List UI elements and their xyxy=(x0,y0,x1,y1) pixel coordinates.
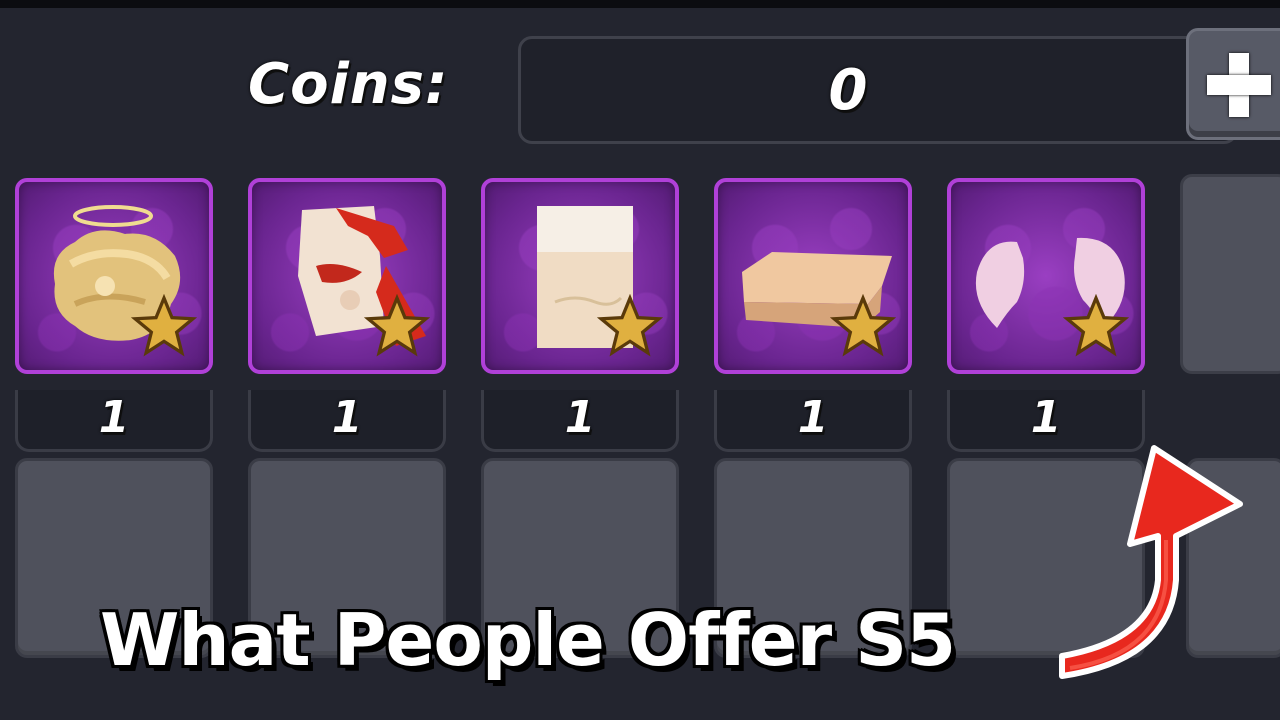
star-icon xyxy=(1063,294,1129,357)
red-arrow-icon xyxy=(1059,445,1243,679)
inventory-slot-1[interactable] xyxy=(15,178,213,374)
star-icon xyxy=(364,294,430,357)
star-icon xyxy=(830,294,896,357)
item-count: 1 xyxy=(564,392,596,443)
item-count: 1 xyxy=(1030,392,1062,443)
item-count: 1 xyxy=(797,392,829,443)
top-edge xyxy=(0,0,1280,8)
coins-label: Coins: xyxy=(248,52,449,117)
inventory-slot-3[interactable] xyxy=(481,178,679,374)
add-coins-button[interactable] xyxy=(1186,28,1280,140)
coins-value: 0 xyxy=(828,58,868,123)
inventory-slot-6[interactable] xyxy=(1180,174,1280,374)
inventory-slot-2[interactable] xyxy=(248,178,446,374)
inventory-slot-5[interactable] xyxy=(947,178,1145,374)
video-caption: What People Offer S5 xyxy=(100,598,956,682)
star-icon xyxy=(131,294,197,357)
star-icon xyxy=(597,294,663,357)
inventory-slot-4[interactable] xyxy=(714,178,912,374)
plus-icon-bar xyxy=(1207,75,1271,95)
item-count: 1 xyxy=(331,392,363,443)
item-count: 1 xyxy=(98,392,130,443)
